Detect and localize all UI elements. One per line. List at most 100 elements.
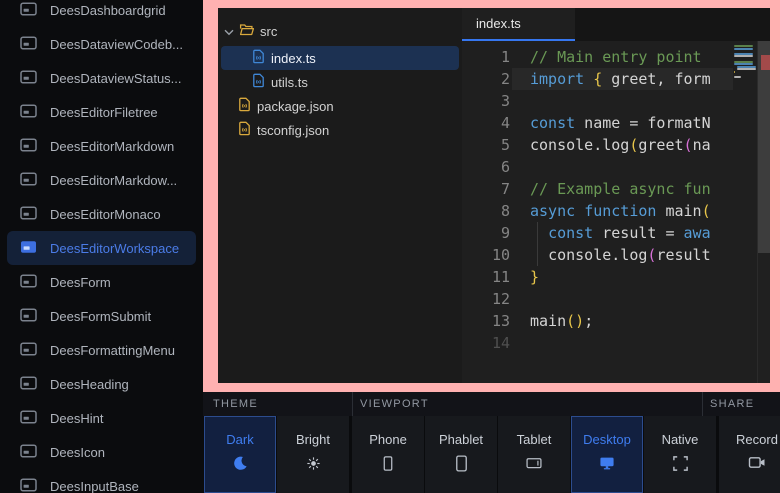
code-line-11[interactable]: 11} xyxy=(462,266,733,288)
window-icon xyxy=(20,444,37,461)
tree-item-label: package.json xyxy=(257,99,334,114)
window-icon xyxy=(20,274,37,291)
viewport-phablet-button[interactable]: Phablet xyxy=(425,416,497,493)
code-line-9[interactable]: 9 const result = awa xyxy=(462,222,733,244)
code-line-12[interactable]: 12 xyxy=(462,288,733,310)
code-area: 1 // Main entry point2import { greet, for… xyxy=(462,41,770,383)
sidebar-item-deeseditormarkdown[interactable]: DeesEditorMarkdown xyxy=(0,129,203,163)
sidebar-item-label: DeesHeading xyxy=(50,377,129,392)
toolbar-button-label: Record xyxy=(736,432,778,447)
sun-icon xyxy=(305,455,322,475)
line-number: 8 xyxy=(462,200,510,222)
sidebar-item-deesinputbase[interactable]: DeesInputBase xyxy=(0,469,203,493)
viewport-phone-button[interactable]: Phone xyxy=(352,416,424,493)
share-button-group: Record xyxy=(719,416,780,493)
window-icon xyxy=(20,206,37,223)
sidebar-item-label: DeesDashboardgrid xyxy=(50,3,166,18)
overview-ruler-marker xyxy=(761,55,770,70)
sidebar-item-deeseditormarkdow[interactable]: DeesEditorMarkdow... xyxy=(0,163,203,197)
code-line-text xyxy=(530,90,733,112)
line-number: 1 xyxy=(462,46,510,68)
code-lines[interactable]: 1 // Main entry point2import { greet, for… xyxy=(462,41,733,383)
sidebar-item-deesform[interactable]: DeesForm xyxy=(0,265,203,299)
code-line-text: async function main( xyxy=(530,200,733,222)
line-number: 13 xyxy=(462,310,510,332)
code-line-10[interactable]: 10 console.log(result xyxy=(462,244,733,266)
line-number: 5 xyxy=(462,134,510,156)
sidebar-item-deesformattingmenu[interactable]: DeesFormattingMenu xyxy=(0,333,203,367)
component-sidebar: DeesDashboardgridDeesDataviewCodeb...Dee… xyxy=(0,0,203,493)
code-line-3[interactable]: 3 xyxy=(462,90,733,112)
folder-open-icon xyxy=(239,23,254,39)
sidebar-item-deeseditorworkspace[interactable]: DeesEditorWorkspace xyxy=(7,231,196,265)
file-json-icon xyxy=(238,97,251,115)
scrollbar-thumb[interactable] xyxy=(758,41,770,253)
sidebar-item-deeseditormonaco[interactable]: DeesEditorMonaco xyxy=(0,197,203,231)
tree-item-src[interactable]: src xyxy=(218,19,462,43)
sidebar-item-deesicon[interactable]: DeesIcon xyxy=(0,435,203,469)
indent-guide xyxy=(537,222,538,244)
toolbar-button-label: Native xyxy=(662,432,699,447)
sidebar-item-label: DeesEditorWorkspace xyxy=(50,241,179,256)
sidebar-item-deesdashboardgrid[interactable]: DeesDashboardgrid xyxy=(0,0,203,27)
theme-bright-button[interactable]: Bright xyxy=(277,416,349,493)
tablet-icon xyxy=(525,455,543,474)
code-line-text: } xyxy=(530,266,733,288)
code-line-text: import { greet, form xyxy=(530,68,733,90)
window-icon xyxy=(20,376,37,393)
line-number: 9 xyxy=(462,222,510,244)
sidebar-item-deesformsubmit[interactable]: DeesFormSubmit xyxy=(0,299,203,333)
sidebar-item-deesdataviewcodeb[interactable]: DeesDataviewCodeb... xyxy=(0,27,203,61)
code-line-14[interactable]: 14 xyxy=(462,332,733,354)
sidebar-item-label: DeesFormSubmit xyxy=(50,309,151,324)
toolbar-button-label: Desktop xyxy=(583,432,631,447)
chevron-down-icon[interactable] xyxy=(224,24,234,39)
code-line-5[interactable]: 5console.log(greet(na xyxy=(462,134,733,156)
sidebar-item-deeseditorfiletree[interactable]: DeesEditorFiletree xyxy=(0,95,203,129)
sidebar-item-label: DeesEditorMarkdown xyxy=(50,139,174,154)
sidebar-item-deesheading[interactable]: DeesHeading xyxy=(0,367,203,401)
code-line-7[interactable]: 7 // Example async fun xyxy=(462,178,733,200)
sidebar-item-deeshint[interactable]: DeesHint xyxy=(0,401,203,435)
code-line-text: const name = formatN xyxy=(530,112,733,134)
toolbar-button-label: Tablet xyxy=(517,432,552,447)
code-line-8[interactable]: 8 async function main( xyxy=(462,200,733,222)
window-icon xyxy=(20,138,37,155)
viewport-tablet-button[interactable]: Tablet xyxy=(498,416,570,493)
sidebar-item-label: DeesForm xyxy=(50,275,111,290)
code-line-4[interactable]: 4const name = formatN xyxy=(462,112,733,134)
tree-item-utils-ts[interactable]: utils.ts xyxy=(218,70,462,94)
theme-dark-button[interactable]: Dark xyxy=(204,416,276,493)
line-number: 14 xyxy=(462,332,510,354)
sidebar-item-deesdataviewstatus[interactable]: DeesDataviewStatus... xyxy=(0,61,203,95)
tree-item-index-ts[interactable]: index.ts xyxy=(221,46,459,70)
code-line-6[interactable]: 6 xyxy=(462,156,733,178)
vertical-scrollbar[interactable] xyxy=(757,41,770,383)
phablet-icon xyxy=(453,455,470,475)
code-line-2[interactable]: 2import { greet, form xyxy=(462,68,733,90)
code-line-1[interactable]: 1 // Main entry point xyxy=(462,46,733,68)
code-line-text: // Main entry point xyxy=(530,46,733,68)
viewport-native-button[interactable]: Native xyxy=(644,416,716,493)
sidebar-item-label: DeesEditorMonaco xyxy=(50,207,161,222)
toolbar-section-headers: THEME VIEWPORT SHARE xyxy=(203,392,780,416)
code-line-text xyxy=(530,156,733,178)
toolbar-buttons: Dark BrightPhonePhablet Tablet Desktop Nativ… xyxy=(203,416,780,493)
viewport-button-group: PhonePhablet Tablet Desktop Native xyxy=(352,416,716,493)
code-line-text xyxy=(530,288,733,310)
line-number: 7 xyxy=(462,178,510,200)
code-line-text: console.log(result xyxy=(530,244,733,266)
viewport-desktop-button[interactable]: Desktop xyxy=(571,416,643,493)
tree-item-package-json[interactable]: package.json xyxy=(218,94,462,118)
toolbar-button-label: Dark xyxy=(226,432,253,447)
tab-index-ts[interactable]: index.ts xyxy=(462,8,575,41)
component-list: DeesDashboardgridDeesDataviewCodeb...Dee… xyxy=(0,0,203,493)
code-line-text xyxy=(530,332,733,354)
share-record-button[interactable]: Record xyxy=(719,416,780,493)
window-icon xyxy=(20,478,37,493)
tree-item-tsconfig-json[interactable]: tsconfig.json xyxy=(218,118,462,142)
code-line-13[interactable]: 13main(); xyxy=(462,310,733,332)
record-icon xyxy=(748,455,766,473)
code-line-text: // Example async fun xyxy=(530,178,733,200)
minimap[interactable] xyxy=(733,41,757,383)
